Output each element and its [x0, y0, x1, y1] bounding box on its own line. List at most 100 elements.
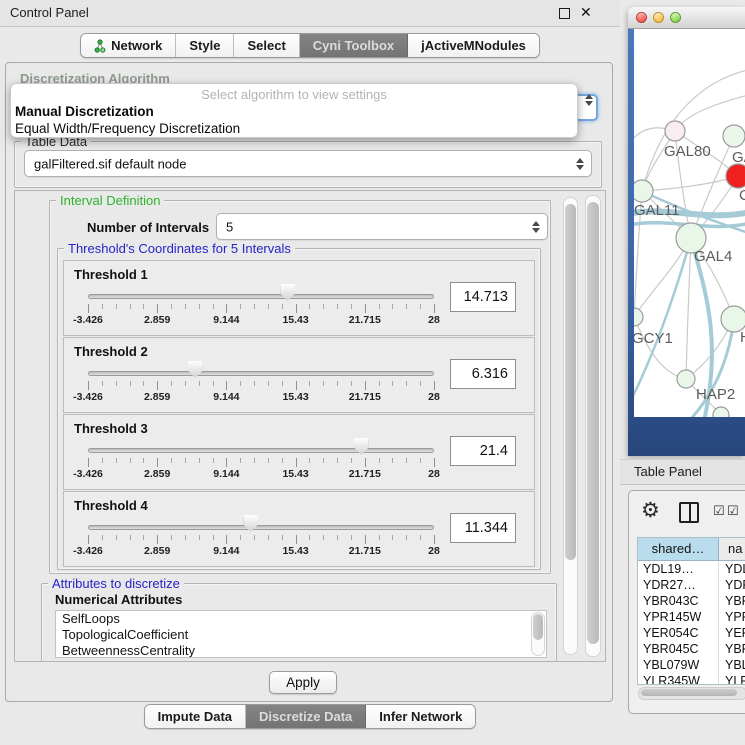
combo-stepper-icon: [531, 220, 540, 234]
close-traffic-light[interactable]: [636, 12, 647, 23]
attribute-list-item[interactable]: BetweennessCentrality: [56, 643, 546, 658]
minor-tick: [268, 381, 269, 386]
table-row[interactable]: YER054CYER0: [638, 625, 745, 641]
settings-scrollbar[interactable]: [585, 195, 601, 657]
checkbox-icon[interactable]: ☑: [713, 503, 725, 519]
control-panel-titlebar: Control Panel ✕: [0, 0, 620, 27]
numerical-attributes-list[interactable]: SelfLoopsTopologicalCoefficientBetweenne…: [55, 610, 547, 658]
minimize-traffic-light[interactable]: [653, 12, 664, 23]
table-row[interactable]: YDL19…YDL1: [638, 561, 745, 577]
tick-label: 28: [428, 468, 440, 480]
minor-tick: [392, 535, 393, 540]
tick-label: 28: [428, 545, 440, 557]
table-row[interactable]: YLR345WYLR3: [638, 673, 745, 685]
node-selected-red[interactable]: [726, 164, 745, 188]
column-header-name[interactable]: na: [719, 538, 745, 560]
threshold-value-input[interactable]: [450, 436, 516, 466]
node-gal11[interactable]: [634, 180, 653, 202]
attribute-list-item[interactable]: SelfLoops: [56, 611, 546, 627]
node-label: GAL11: [634, 202, 680, 219]
slider-track[interactable]: [88, 525, 434, 530]
numerical-attributes-label: Numerical Attributes: [55, 592, 182, 607]
float-window-icon[interactable]: [559, 8, 570, 19]
cell-name: YER0: [719, 625, 745, 641]
tick-label: 9.144: [213, 391, 239, 403]
table-data-selected-value: galFiltered.sif default node: [34, 156, 186, 171]
node-gcy1[interactable]: [634, 308, 643, 326]
bottom-tab-impute-data[interactable]: Impute Data: [145, 705, 246, 728]
minor-tick: [323, 304, 324, 309]
dropdown-option[interactable]: Manual Discretization: [11, 103, 577, 120]
minor-tick: [199, 535, 200, 540]
attribute-list-item[interactable]: TopologicalCoefficient: [56, 627, 546, 643]
slider-ticks: [88, 535, 434, 545]
slider-ticks: [88, 304, 434, 314]
split-columns-icon[interactable]: [679, 502, 699, 523]
threshold-value-input[interactable]: [450, 282, 516, 312]
major-tick: [88, 458, 89, 467]
bottom-tab-segments: Impute DataDiscretize DataInfer Network: [144, 704, 477, 729]
table-row[interactable]: YBR045CYBR0: [638, 641, 745, 657]
cell-shared-name: YBR045C: [638, 641, 719, 657]
tab-segments: NetworkStyle Select Cyni Toolbox jActiveMNo…: [80, 33, 540, 58]
network-canvas[interactable]: GAL80GACGAL11GAL4GCY1HHAP2: [634, 29, 745, 417]
major-tick: [226, 381, 227, 390]
gear-icon[interactable]: ⚙: [641, 498, 660, 523]
table-row[interactable]: YPR145WYPR1: [638, 609, 745, 625]
threshold-value-input[interactable]: [450, 513, 516, 543]
scrollbar-thumb[interactable]: [533, 614, 543, 640]
network-graph[interactable]: GAL80GACGAL11GAL4GCY1HHAP2: [634, 29, 745, 417]
node-top-right[interactable]: [723, 125, 745, 147]
network-window-titlebar: [628, 7, 745, 29]
tab-select[interactable]: Select: [234, 34, 299, 57]
attributes-group-title: Attributes to discretize: [48, 576, 184, 591]
node-hap2[interactable]: [677, 370, 695, 388]
slider-track[interactable]: [88, 448, 434, 453]
slider-track[interactable]: [88, 294, 434, 299]
interval-scrollbar[interactable]: [563, 197, 578, 655]
tab-network[interactable]: Network: [81, 34, 176, 57]
zoom-traffic-light[interactable]: [670, 12, 681, 23]
slider-track[interactable]: [88, 371, 434, 376]
close-icon[interactable]: ✕: [580, 4, 592, 21]
minor-tick: [171, 381, 172, 386]
minor-tick: [116, 458, 117, 463]
minor-tick: [143, 381, 144, 386]
table-row[interactable]: YDR27…YDR2: [638, 577, 745, 593]
minor-tick: [143, 304, 144, 309]
tick-label: 9.144: [213, 314, 239, 326]
column-header-shared-name[interactable]: shared…: [638, 538, 719, 560]
scrollbar-thumb[interactable]: [587, 202, 599, 644]
tick-label: -3.426: [73, 391, 103, 403]
table-row[interactable]: YBR043CYBR0: [638, 593, 745, 609]
minor-tick: [406, 381, 407, 386]
tab-style[interactable]: Style: [176, 34, 234, 57]
tab-label: jActiveMNodules: [421, 38, 526, 53]
window-title: Control Panel: [10, 5, 89, 20]
network-edge: [634, 317, 686, 379]
tab-cyni-toolbox[interactable]: Cyni Toolbox: [300, 34, 408, 57]
checkbox-icon[interactable]: ☑: [727, 503, 739, 519]
table-horizontal-scrollbar[interactable]: [638, 687, 745, 700]
bottom-tab-discretize-data[interactable]: Discretize Data: [246, 705, 366, 728]
threshold-value-input[interactable]: [450, 359, 516, 389]
slider-ticks: [88, 381, 434, 391]
table-row[interactable]: YBL079WYBL0: [638, 657, 745, 673]
table-data-combobox[interactable]: galFiltered.sif default node: [24, 150, 592, 177]
node-gal80[interactable]: [665, 121, 685, 141]
dropdown-option[interactable]: Equal Width/Frequency Discretization: [11, 120, 577, 137]
scrollbar-thumb[interactable]: [565, 204, 576, 560]
major-tick: [296, 535, 297, 544]
node-attribute-table[interactable]: shared…naYDL19…YDL1YDR27…YDR2YBR043CYBR0…: [637, 537, 745, 685]
tab-jactivemnodules[interactable]: jActiveMNodules: [408, 34, 539, 57]
right-region: GAL80GACGAL11GAL4GCY1HHAP2 Table Panel ⚙…: [620, 0, 745, 745]
number-of-intervals-combobox[interactable]: 5: [216, 213, 548, 240]
major-tick: [88, 304, 89, 313]
attributes-list-scrollbar[interactable]: [531, 612, 545, 656]
tab-label: Select: [247, 38, 285, 53]
scrollbar-thumb[interactable]: [641, 689, 737, 696]
apply-button[interactable]: Apply: [269, 671, 337, 694]
tick-label: 2.859: [144, 314, 170, 326]
bottom-tab-infer-network[interactable]: Infer Network: [366, 705, 475, 728]
node-bottom[interactable]: [713, 407, 729, 417]
